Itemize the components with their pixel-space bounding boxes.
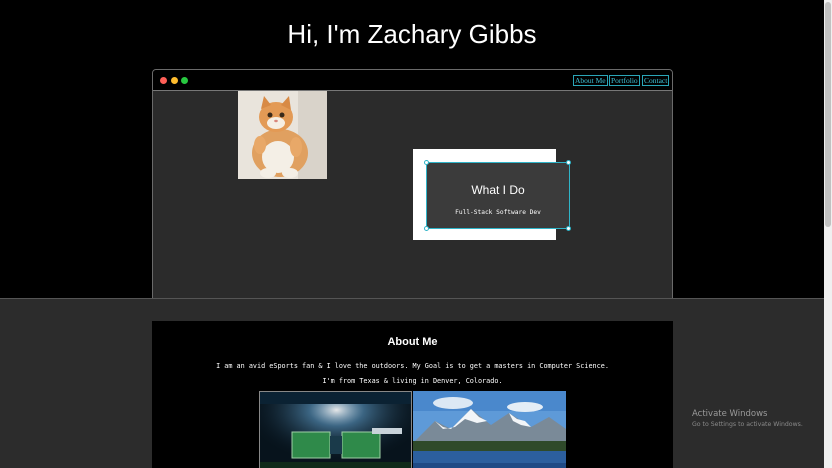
maximize-dot-icon — [181, 77, 188, 84]
activation-subtitle: Go to Settings to activate Windows. — [692, 421, 803, 428]
mountain-lake-photo — [413, 391, 566, 468]
page-scrollbar[interactable] — [824, 0, 832, 468]
activation-title: Activate Windows — [692, 409, 768, 419]
resize-handle-top-left[interactable] — [424, 160, 429, 165]
what-i-do-card[interactable]: What I Do Full-Stack Software Dev — [426, 162, 570, 229]
esports-arena-photo — [259, 391, 412, 468]
page-title: Hi, I'm Zachary Gibbs — [287, 19, 537, 49]
window-titlebar: About Me Portfolio Contact — [153, 70, 672, 91]
about-heading: About Me — [387, 336, 438, 348]
about-text-line-1: I am an avid eSports fan & I love the ou… — [216, 362, 609, 370]
about-panel: About Me I am an avid eSports fan & I lo… — [152, 321, 673, 468]
windows-activation-watermark: Activate Windows Go to Settings to activ… — [692, 409, 822, 428]
minimize-dot-icon — [171, 77, 178, 84]
about-text-line-2: I'm from Texas & living in Denver, Color… — [322, 377, 503, 385]
hero-section: Hi, I'm Zachary Gibbs About Me Portfolio… — [0, 0, 824, 299]
card-subtitle: Full-Stack Software Dev — [455, 209, 541, 216]
nav-link-contact[interactable]: Contact — [642, 75, 670, 86]
nav-link-portfolio[interactable]: Portfolio — [609, 75, 640, 86]
scrollbar-thumb[interactable] — [825, 2, 831, 227]
close-dot-icon — [160, 77, 167, 84]
about-section: About Me I am an avid eSports fan & I lo… — [0, 298, 824, 468]
cat-photo — [238, 91, 327, 179]
resize-handle-top-right[interactable] — [566, 160, 571, 165]
nav-link-about[interactable]: About Me — [573, 75, 608, 86]
card-title: What I Do — [471, 183, 525, 197]
resize-handle-bottom-left[interactable] — [424, 226, 429, 231]
resize-handle-bottom-right[interactable] — [566, 226, 571, 231]
browser-window-mockup: About Me Portfolio Contact What I Do Ful… — [152, 69, 673, 299]
